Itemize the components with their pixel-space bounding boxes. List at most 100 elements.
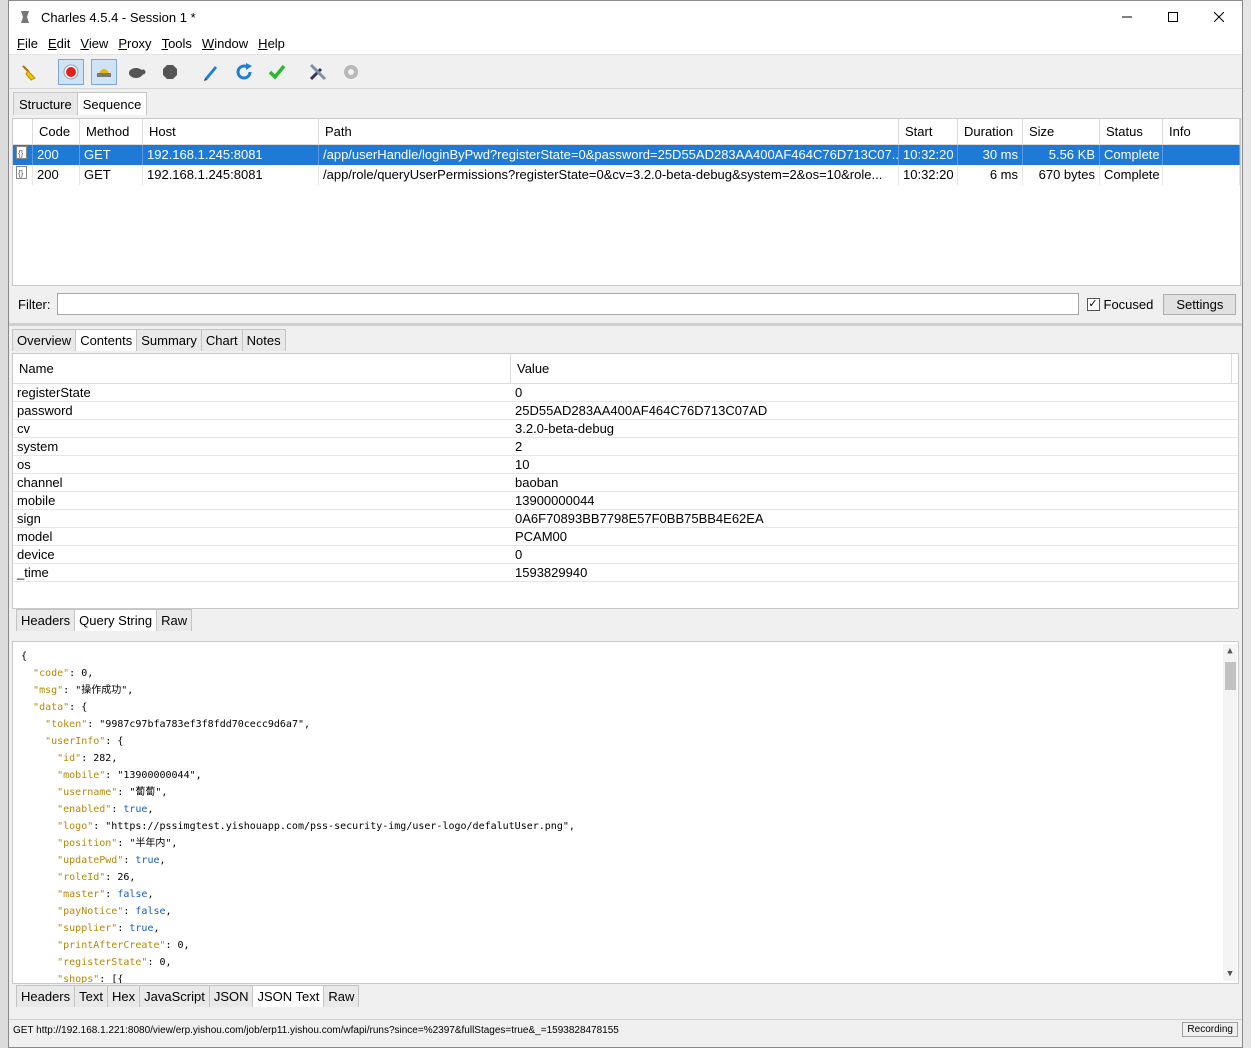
- col-path[interactable]: Path: [319, 119, 899, 144]
- menu-window[interactable]: Window: [198, 36, 252, 51]
- col-method[interactable]: Method: [80, 119, 143, 144]
- col-info[interactable]: Info: [1163, 119, 1240, 144]
- param-name: registerState: [17, 385, 91, 400]
- scroll-down-icon[interactable]: ▼: [1223, 967, 1237, 981]
- scroll-up-icon[interactable]: ▲: [1223, 644, 1237, 658]
- recording-indicator[interactable]: Recording: [1182, 1022, 1238, 1037]
- turtle-icon[interactable]: [124, 59, 150, 85]
- table-row[interactable]: _time 1593829940: [13, 564, 1238, 582]
- col-status[interactable]: Status: [1100, 119, 1163, 144]
- table-row[interactable]: password 25D55AD283AA400AF464C76D713C07AD: [13, 402, 1238, 420]
- charles-window: Charles 4.5.4 - Session 1 * File Edit Vi…: [8, 0, 1243, 1048]
- close-button[interactable]: [1196, 1, 1242, 33]
- table-row[interactable]: device 0: [13, 546, 1238, 564]
- json-line: "mobile": "13900000044",: [57, 770, 202, 781]
- refresh-icon[interactable]: [231, 59, 257, 85]
- table-row[interactable]: sign 0A6F70893BB7798E57F0BB75BB4E62EA: [13, 510, 1238, 528]
- check-icon[interactable]: [264, 59, 290, 85]
- param-value: baoban: [515, 475, 559, 490]
- tab-request-headers[interactable]: Headers: [16, 609, 76, 631]
- table-row[interactable]: {} 200 GET 192.168.1.245:8081 /app/role/…: [13, 165, 1240, 185]
- tab-json-text[interactable]: JSON Text: [252, 985, 325, 1007]
- tab-sequence[interactable]: Sequence: [76, 92, 148, 115]
- json-line: "token": "9987c97bfa783ef3f8fdd70cecc9d6…: [45, 719, 311, 730]
- param-name: cv: [17, 421, 30, 436]
- cell-duration: 6 ms: [958, 165, 1023, 185]
- stop-icon[interactable]: [157, 59, 183, 85]
- status-text: GET http://192.168.1.221:8080/view/erp.y…: [13, 1025, 619, 1036]
- tab-query-string[interactable]: Query String: [74, 609, 158, 631]
- tab-structure[interactable]: Structure: [13, 92, 78, 115]
- focused-checkbox[interactable]: ✓ Focused: [1086, 297, 1153, 312]
- detail-tabs: Overview Contents Summary Chart Notes: [12, 329, 286, 351]
- throttle-icon[interactable]: [91, 58, 117, 85]
- col-duration[interactable]: Duration: [958, 119, 1023, 144]
- tab-javascript[interactable]: JavaScript: [139, 985, 210, 1007]
- minimize-button[interactable]: [1104, 1, 1150, 33]
- cell-size: 5.56 KB: [1023, 145, 1100, 165]
- col-host[interactable]: Host: [143, 119, 319, 144]
- col-name[interactable]: Name: [13, 354, 511, 383]
- tab-contents[interactable]: Contents: [75, 329, 138, 351]
- col-value[interactable]: Value: [511, 354, 1232, 383]
- response-tabs: Headers Text Hex JavaScript JSON JSON Te…: [16, 985, 360, 1007]
- table-row[interactable]: channel baoban: [13, 474, 1238, 492]
- menu-edit[interactable]: Edit: [44, 36, 74, 51]
- tab-hex[interactable]: Hex: [106, 985, 141, 1007]
- title-bar[interactable]: Charles 4.5.4 - Session 1 *: [9, 1, 1242, 33]
- table-row[interactable]: model PCAM00: [13, 528, 1238, 546]
- param-name: os: [17, 457, 31, 472]
- table-row[interactable]: registerState 0: [13, 384, 1238, 402]
- broom-icon[interactable]: [17, 59, 43, 85]
- menu-help[interactable]: Help: [254, 36, 289, 51]
- tab-response-headers[interactable]: Headers: [16, 985, 76, 1007]
- charles-app-icon: [17, 9, 33, 25]
- query-header: Name Value: [13, 354, 1238, 384]
- request-tabs: Headers Query String Raw: [16, 609, 193, 631]
- background-window-left: [0, 0, 8, 1048]
- json-line: "enabled": true,: [57, 804, 154, 815]
- table-row[interactable]: mobile 13900000044: [13, 492, 1238, 510]
- json-line: "id": 282,: [57, 753, 118, 764]
- scroll-thumb[interactable]: [1225, 662, 1236, 690]
- col-start[interactable]: Start: [899, 119, 958, 144]
- tab-text[interactable]: Text: [74, 985, 108, 1007]
- filter-input[interactable]: [56, 293, 1079, 315]
- param-name: mobile: [17, 493, 56, 508]
- json-line: "payNotice": false,: [57, 906, 172, 917]
- cell-info: [1163, 145, 1240, 165]
- tools-icon[interactable]: [305, 59, 331, 85]
- tab-summary[interactable]: Summary: [136, 329, 202, 351]
- json-text-view[interactable]: { "code": 0, "msg": "操作成功", "data": { "t…: [12, 641, 1239, 984]
- table-row[interactable]: os 10: [13, 456, 1238, 474]
- menu-file[interactable]: File: [13, 36, 42, 51]
- tab-request-raw[interactable]: Raw: [156, 609, 193, 631]
- col-code[interactable]: Code: [33, 119, 80, 144]
- gear-icon[interactable]: [338, 59, 364, 85]
- tab-overview[interactable]: Overview: [12, 329, 77, 351]
- table-row[interactable]: system 2: [13, 438, 1238, 456]
- param-name: _time: [17, 565, 49, 580]
- tab-response-raw[interactable]: Raw: [323, 985, 360, 1007]
- menu-view[interactable]: View: [76, 36, 112, 51]
- json-file-icon: {}: [13, 145, 33, 165]
- cell-info: [1163, 165, 1240, 185]
- menu-tools[interactable]: Tools: [158, 36, 196, 51]
- tab-json[interactable]: JSON: [208, 985, 254, 1007]
- window-title: Charles 4.5.4 - Session 1 *: [41, 9, 196, 25]
- tab-chart[interactable]: Chart: [200, 329, 243, 351]
- settings-button[interactable]: Settings: [1163, 293, 1237, 315]
- record-icon[interactable]: [58, 58, 84, 85]
- sequence-header: Code Method Host Path Start Duration Siz…: [13, 119, 1240, 145]
- cell-start: 10:32:20: [899, 165, 958, 185]
- vertical-scrollbar[interactable]: ▲ ▼: [1223, 644, 1237, 981]
- col-size[interactable]: Size: [1023, 119, 1100, 144]
- table-row[interactable]: {} 200 GET 192.168.1.245:8081 /app/userH…: [13, 145, 1240, 165]
- split-pane-divider[interactable]: [9, 323, 1242, 326]
- menu-proxy[interactable]: Proxy: [114, 36, 155, 51]
- table-row[interactable]: cv 3.2.0-beta-debug: [13, 420, 1238, 438]
- maximize-button[interactable]: [1150, 1, 1196, 33]
- tab-notes[interactable]: Notes: [241, 329, 286, 351]
- cell-start: 10:32:20: [899, 145, 958, 165]
- pen-icon[interactable]: [198, 59, 224, 85]
